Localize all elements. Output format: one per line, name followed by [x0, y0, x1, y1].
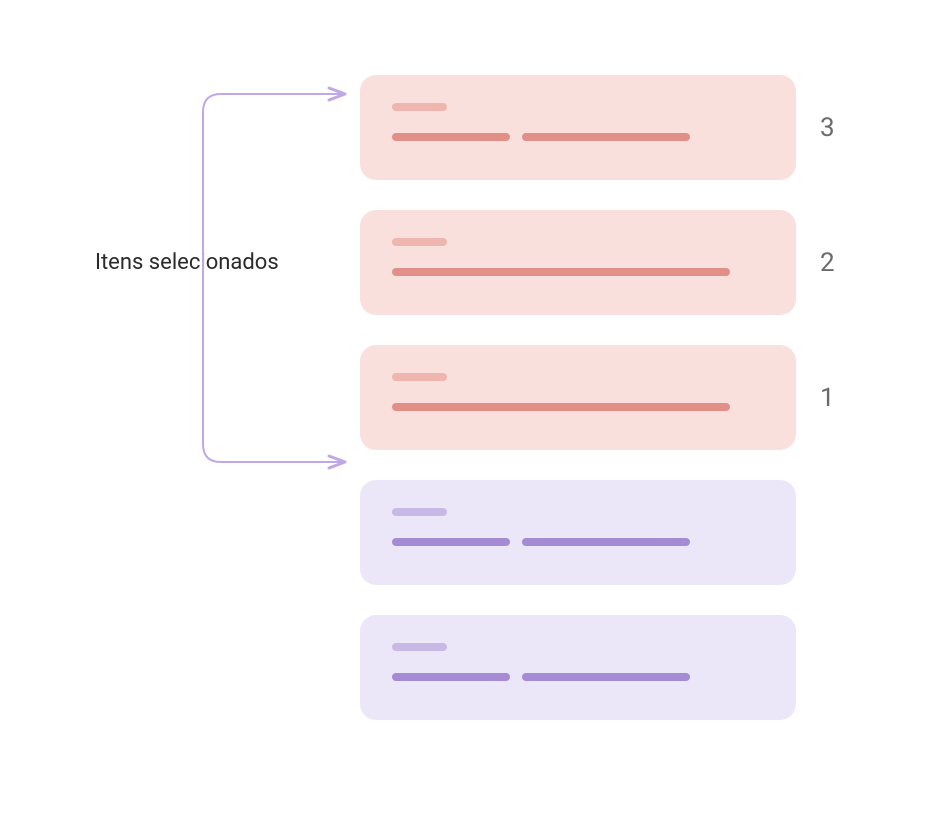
card-row	[360, 615, 840, 720]
placeholder-bar	[392, 133, 510, 141]
placeholder-bar	[392, 403, 730, 411]
placeholder-bar-row	[392, 538, 764, 546]
placeholder-bar	[522, 673, 690, 681]
card-row	[360, 480, 840, 585]
placeholder-bar	[522, 538, 690, 546]
card-row: 2	[360, 210, 840, 315]
placeholder-bar	[392, 268, 730, 276]
selected-items-label: Itens selecionados	[95, 250, 279, 275]
card-row: 3	[360, 75, 840, 180]
placeholder-bar-row	[392, 133, 764, 141]
card-row: 1	[360, 345, 840, 450]
list-item-selected[interactable]	[360, 75, 796, 180]
placeholder-bar	[392, 538, 510, 546]
placeholder-bar	[392, 103, 447, 111]
list-item-unselected[interactable]	[360, 615, 796, 720]
placeholder-bar	[392, 673, 510, 681]
rank-number: 1	[820, 383, 840, 413]
list-item-selected[interactable]	[360, 345, 796, 450]
diagram-container: Itens selecionados 3	[0, 0, 925, 820]
cards-list: 3 2 1	[360, 75, 840, 750]
placeholder-bar	[392, 643, 447, 651]
rank-number: 3	[820, 113, 840, 143]
placeholder-bar	[392, 238, 447, 246]
list-item-selected[interactable]	[360, 210, 796, 315]
placeholder-bar-row	[392, 403, 764, 411]
list-item-unselected[interactable]	[360, 480, 796, 585]
rank-number: 2	[820, 248, 840, 278]
placeholder-bar	[522, 133, 690, 141]
bracket-arrows-icon	[195, 82, 365, 482]
placeholder-bar	[392, 373, 447, 381]
placeholder-bar-row	[392, 673, 764, 681]
placeholder-bar	[392, 508, 447, 516]
placeholder-bar-row	[392, 268, 764, 276]
